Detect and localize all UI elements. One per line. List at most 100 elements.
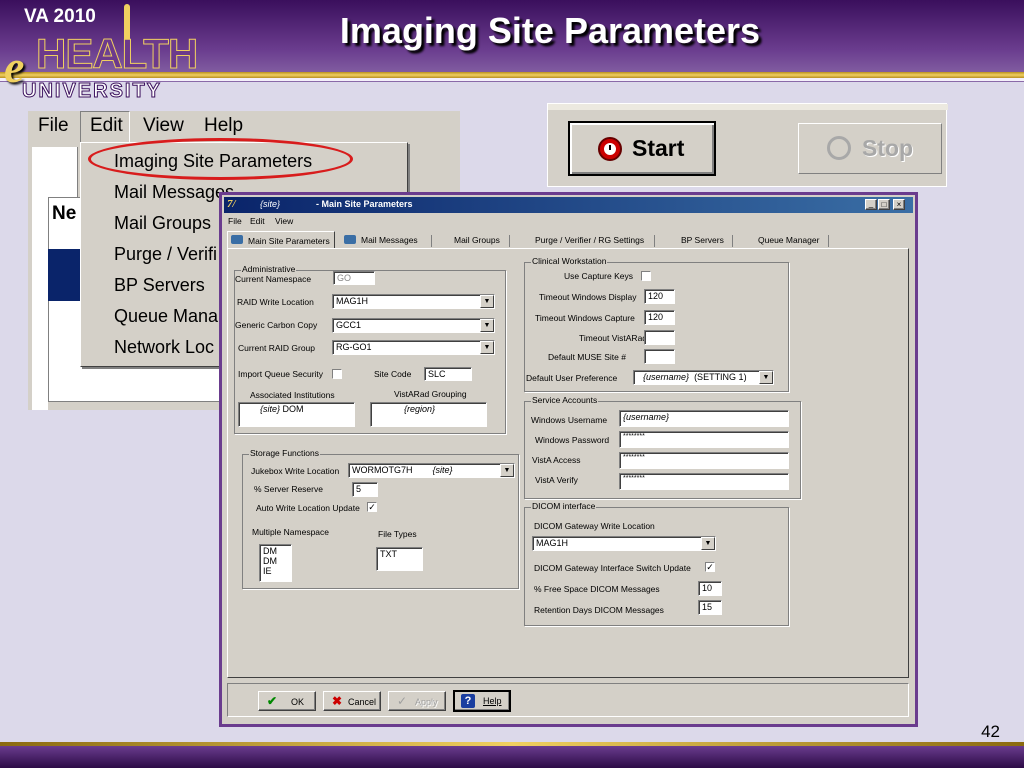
tab-mail-groups[interactable]: Mail Groups [454, 235, 500, 245]
menu-item-bp-servers[interactable]: BP Servers [114, 275, 205, 296]
dicom-gateway-write-location-label: DICOM Gateway Write Location [534, 521, 655, 531]
check-icon: ✔ [267, 694, 278, 708]
help-icon: ? [461, 694, 475, 708]
free-space-dicom-field[interactable]: 10 [698, 581, 722, 596]
select-value: WORMOTG7H [352, 465, 413, 475]
current-raid-group-select[interactable]: RG-GO1 ▼ [332, 340, 495, 355]
vista-access-field[interactable]: ******** [619, 452, 789, 469]
chevron-down-icon[interactable]: ▼ [759, 371, 773, 384]
menu-item-mail-groups[interactable]: Mail Groups [114, 213, 211, 234]
use-capture-keys-checkbox[interactable] [641, 271, 651, 281]
menu-help[interactable]: Help [204, 115, 243, 137]
select-setting: (SETTING 1) [694, 372, 747, 382]
dialog-menu-view[interactable]: View [275, 216, 293, 226]
mail-icon [344, 235, 356, 244]
site-code-field[interactable]: SLC [424, 367, 472, 381]
raid-write-location-select[interactable]: MAG1H ▼ [332, 294, 495, 309]
dialog-title: - Main Site Parameters [316, 199, 413, 209]
chevron-down-icon[interactable]: ▼ [480, 319, 494, 332]
jukebox-write-location-label: Jukebox Write Location [251, 466, 340, 476]
current-namespace-field[interactable]: GO [333, 271, 375, 285]
dicom-gateway-write-location-select[interactable]: MAG1H ▼ [532, 536, 716, 551]
dialog-title-site: {site} [260, 199, 281, 209]
chevron-down-icon[interactable]: ▼ [480, 295, 494, 308]
start-stop-screenshot: Start Stop [547, 103, 948, 187]
list-item: DM [263, 546, 277, 556]
menu-item-purge-verifier[interactable]: Purge / Verifi [114, 244, 217, 265]
windows-username-label: Windows Username [531, 415, 608, 425]
generic-carbon-copy-select[interactable]: GCC1 ▼ [332, 318, 495, 333]
tab-main-site-parameters[interactable]: Main Site Parameters [227, 231, 335, 249]
multiple-namespace-list[interactable]: DM DM IE [259, 544, 292, 582]
vista-access-label: VistA Access [532, 455, 581, 465]
windows-username-field[interactable]: {username} [619, 410, 789, 427]
help-button[interactable]: ? Help [453, 690, 511, 712]
menu-item-network-location[interactable]: Network Loc [114, 337, 214, 358]
chevron-down-icon[interactable]: ▼ [701, 537, 715, 550]
file-types-list[interactable]: TXT [376, 547, 423, 571]
vista-verify-field[interactable]: ******** [619, 473, 789, 490]
menu-view[interactable]: View [143, 115, 184, 137]
group-label: Clinical Workstation [531, 256, 608, 266]
menu-item-mail-messages[interactable]: Mail Messages [114, 182, 234, 203]
dialog-menu-file[interactable]: File [228, 216, 242, 226]
timeout-vistarad-field[interactable] [644, 330, 675, 345]
list-item-site: {site} [260, 404, 281, 414]
stop-button[interactable]: Stop [798, 123, 942, 174]
maximize-button[interactable]: □ [878, 199, 890, 210]
select-value: GCC1 [336, 320, 362, 330]
tab-bp-servers[interactable]: BP Servers [681, 235, 724, 245]
ok-button[interactable]: ✔ OK [258, 691, 316, 711]
timeout-windows-capture-label: Timeout Windows Capture [535, 313, 635, 323]
select-value: MAG1H [336, 296, 369, 306]
windows-password-field[interactable]: ******** [619, 431, 789, 448]
jukebox-write-location-select[interactable]: WORMOTG7H {site} ▼ [348, 463, 515, 478]
group-label: Service Accounts [531, 395, 599, 405]
menu-file[interactable]: File [38, 115, 69, 137]
minimize-button[interactable]: _ [865, 199, 877, 210]
import-queue-security-checkbox[interactable] [332, 369, 342, 379]
button-label: Cancel [348, 697, 377, 707]
vista-verify-label: VistA Verify [535, 475, 578, 485]
auto-write-location-update-checkbox[interactable]: ✓ [367, 502, 377, 512]
vistarad-grouping-label: VistARad Grouping [394, 389, 467, 399]
import-queue-security-label: Import Queue Security [238, 369, 324, 379]
raid-write-location-label: RAID Write Location [237, 297, 314, 307]
default-muse-site-field[interactable] [644, 349, 675, 364]
start-label: Start [632, 135, 685, 161]
apply-button[interactable]: ✓ Apply [388, 691, 446, 711]
chevron-down-icon[interactable]: ▼ [480, 341, 494, 354]
file-types-label: File Types [378, 529, 417, 539]
default-user-preference-select[interactable]: {username} (SETTING 1) ▼ [633, 370, 774, 385]
start-button[interactable]: Start [568, 121, 716, 176]
tab-queue-manager[interactable]: Queue Manager [758, 235, 819, 245]
tab-mail-messages[interactable]: Mail Messages [341, 233, 431, 248]
associated-institutions-list[interactable]: {site} DOM [238, 402, 355, 427]
background-list-header: Ne [52, 203, 77, 224]
timeout-vistarad-label: Timeout VistARad [579, 333, 648, 343]
dialog-menu-edit[interactable]: Edit [250, 216, 265, 226]
timeout-windows-capture-field[interactable]: 120 [644, 310, 675, 325]
server-reserve-field[interactable]: 5 [352, 482, 378, 497]
auto-write-location-update-label: Auto Write Location Update [256, 503, 360, 513]
list-item-code: DOM [282, 404, 304, 414]
group-label: Administrative [241, 264, 297, 274]
list-item: TXT [380, 549, 397, 559]
stop-label: Stop [862, 135, 914, 161]
close-button[interactable]: × [893, 199, 905, 210]
cancel-button[interactable]: ✖ Cancel [323, 691, 381, 711]
timeout-windows-display-label: Timeout Windows Display [539, 292, 637, 302]
menu-item-queue-manager[interactable]: Queue Mana [114, 306, 218, 327]
tab-label: Main Site Parameters [248, 236, 330, 246]
retention-days-dicom-field[interactable]: 15 [698, 600, 722, 615]
chevron-down-icon[interactable]: ▼ [500, 464, 514, 477]
interface-switch-update-checkbox[interactable]: ✓ [705, 562, 715, 572]
toolbar-top-strip [548, 104, 948, 110]
tab-purge-verifier[interactable]: Purge / Verifier / RG Settings [535, 235, 644, 245]
timeout-windows-display-field[interactable]: 120 [644, 289, 675, 304]
tab-divider [509, 235, 510, 247]
vistarad-grouping-list[interactable]: {region} [370, 402, 487, 427]
use-capture-keys-label: Use Capture Keys [564, 271, 633, 281]
menu-edit[interactable]: Edit [90, 115, 123, 137]
list-item: IE [263, 566, 272, 576]
